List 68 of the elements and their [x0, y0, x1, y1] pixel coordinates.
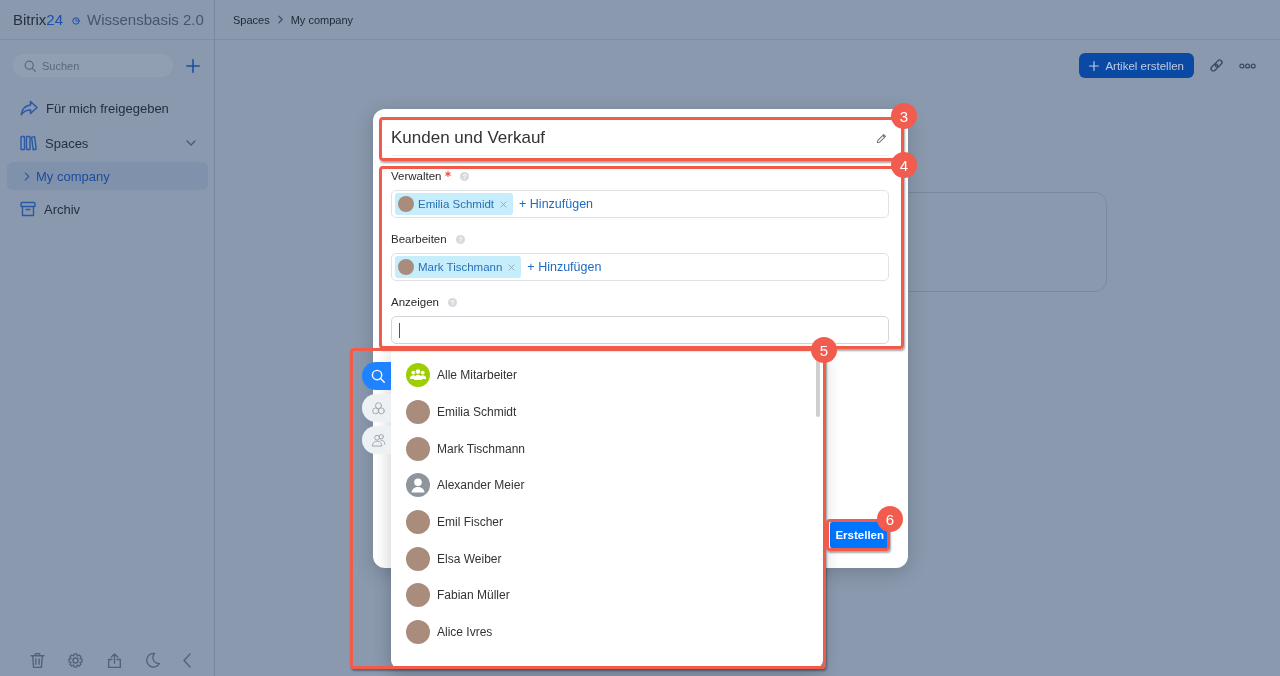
help-icon[interactable]	[455, 234, 465, 244]
chevron-down-icon[interactable]	[186, 140, 196, 146]
pencil-icon[interactable]	[876, 132, 887, 144]
avatar-photo-placeholder	[406, 400, 430, 425]
chevron-left-icon[interactable]	[183, 652, 191, 668]
plus-icon	[1089, 60, 1100, 71]
app-title: Wissensbasis 2.0	[87, 11, 204, 28]
add-link[interactable]: + Hinzufügen	[527, 260, 602, 274]
field-label: Verwalten	[391, 170, 442, 182]
input-field[interactable]: Emilia Schmidt + Hinzufügen	[391, 190, 889, 218]
breadcrumb-link[interactable]: Spaces	[233, 13, 270, 26]
user-list-item[interactable]: Mark Tischmann	[391, 430, 823, 468]
avatar-photo-placeholder	[406, 436, 430, 461]
avatar-photo-placeholder	[398, 196, 414, 212]
share-arrow-icon	[20, 100, 38, 116]
link-icon[interactable]	[1209, 58, 1224, 73]
step-number-badge: 3	[891, 103, 917, 129]
group-avatar-icon	[406, 363, 430, 388]
avatar-photo-placeholder	[406, 510, 430, 535]
user-list-item[interactable]: Emil Fischer	[391, 503, 823, 541]
user-list-item[interactable]: Fabian Müller	[391, 577, 823, 614]
input-field[interactable]: Mark Tischmann + Hinzufügen	[391, 253, 889, 281]
moon-icon[interactable]	[145, 652, 161, 668]
people-icon	[370, 432, 386, 448]
more-icon[interactable]	[1239, 62, 1256, 69]
clock-icon	[72, 16, 81, 25]
user-list-item[interactable]: Alexander Meier	[391, 467, 823, 504]
upload-icon[interactable]	[106, 651, 123, 669]
help-icon[interactable]	[459, 171, 469, 181]
avatar-photo-placeholder	[406, 546, 430, 571]
three-circles-icon	[370, 400, 386, 416]
selector-tab[interactable]	[362, 426, 391, 454]
field-label: Anzeigen	[391, 296, 439, 308]
scrollbar-thumb[interactable]	[816, 360, 820, 417]
settings-icon[interactable]	[67, 651, 84, 669]
logo-text: Bitrix24	[13, 11, 64, 28]
person-avatar-icon	[406, 473, 430, 498]
user-chip[interactable]: Emilia Schmidt	[395, 193, 514, 215]
user-list-item[interactable]: Elsa Weiber	[391, 540, 823, 578]
create-article-button[interactable]: Artikel erstellen	[1079, 53, 1194, 78]
avatar-photo-placeholder	[406, 583, 430, 608]
sidebar-item[interactable]: Archiv	[0, 193, 214, 225]
modal-title: Kunden und Verkauf	[391, 128, 546, 148]
field-label: Bearbeiten	[391, 233, 447, 245]
user-chip[interactable]: Mark Tischmann	[395, 256, 522, 278]
chevron-right-icon[interactable]	[24, 171, 30, 181]
plus-icon[interactable]	[186, 58, 200, 73]
chevron-right-icon	[277, 15, 283, 24]
help-icon[interactable]	[447, 297, 457, 307]
trash-icon[interactable]	[30, 651, 45, 669]
remove-icon[interactable]	[508, 263, 516, 271]
input-field[interactable]	[391, 316, 889, 344]
avatar-photo-placeholder	[406, 620, 430, 645]
add-link[interactable]: + Hinzufügen	[519, 197, 594, 211]
sidebar-item[interactable]: Für mich freigegeben	[0, 92, 214, 124]
archive-box-icon	[20, 201, 36, 217]
sidebar-item[interactable]: Spaces	[0, 127, 186, 159]
books-icon	[20, 135, 37, 151]
avatar-photo-placeholder	[398, 259, 414, 275]
search-icon	[24, 59, 36, 72]
breadcrumb-link[interactable]: My company	[290, 13, 354, 26]
selector-tab[interactable]	[362, 362, 391, 390]
selector-tab[interactable]	[362, 394, 391, 422]
user-list-item[interactable]: Emilia Schmidt	[391, 393, 823, 431]
remove-icon[interactable]	[500, 200, 508, 208]
step-number-badge: 4	[891, 152, 917, 178]
user-list-item[interactable]: Alice Ivres	[391, 613, 823, 651]
search-icon	[371, 369, 385, 383]
